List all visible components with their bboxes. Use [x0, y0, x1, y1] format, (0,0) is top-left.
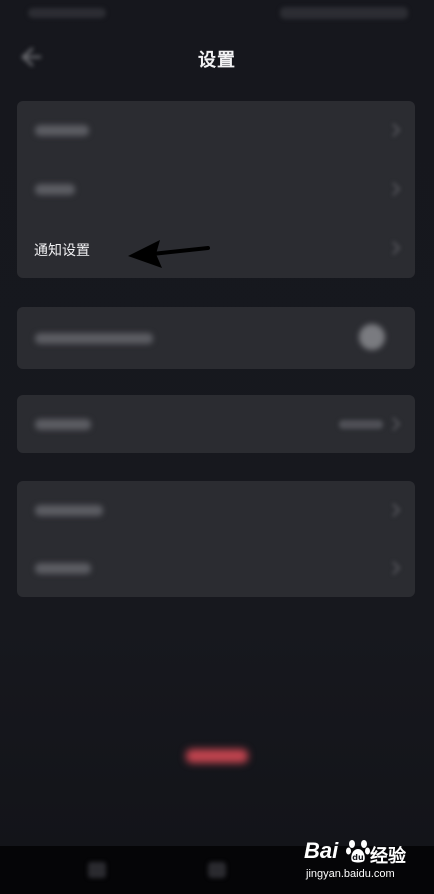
watermark-brand-suffix: 经验: [370, 846, 406, 866]
header: 设置: [0, 34, 434, 80]
row-label-blurred: [35, 505, 103, 516]
nav-menu-button[interactable]: [88, 862, 106, 878]
chevron-right-icon: [392, 123, 401, 137]
baidu-paw-logo-icon: du: [346, 840, 370, 863]
settings-screen: 设置 通知设置 Bai du 经验 jingyan.baidu.com: [0, 0, 434, 894]
chevron-right-icon: [392, 241, 401, 255]
logout-button[interactable]: [186, 749, 248, 763]
row-label-blurred: [35, 125, 89, 136]
settings-group-account: 通知设置: [17, 101, 415, 278]
settings-row-2[interactable]: [17, 160, 415, 219]
chevron-right-icon: [392, 417, 401, 431]
status-icons-blurred: [280, 7, 408, 19]
notification-settings-label: 通知设置: [34, 242, 90, 258]
settings-group-cache: [17, 395, 415, 453]
toggle-switch[interactable]: [359, 324, 385, 350]
chevron-right-icon: [392, 182, 401, 196]
settings-row-cache[interactable]: [17, 395, 415, 453]
settings-group-toggle: [17, 307, 415, 369]
status-bar: [0, 0, 434, 28]
row-label-blurred: [35, 563, 91, 574]
annotation-arrow-icon: [128, 240, 210, 268]
row-value-blurred: [339, 420, 383, 429]
watermark-url: jingyan.baidu.com: [306, 868, 395, 880]
watermark-brand: Bai: [304, 838, 339, 863]
row-label-blurred: [35, 184, 75, 195]
settings-row-1[interactable]: [17, 101, 415, 160]
settings-row-notifications[interactable]: 通知设置: [17, 219, 415, 278]
status-time-blurred: [28, 8, 106, 18]
page-title: 设置: [198, 50, 236, 70]
chevron-right-icon: [392, 561, 401, 575]
settings-row-about-1[interactable]: [17, 481, 415, 539]
settings-group-about: [17, 481, 415, 597]
baidu-jingyan-watermark: Bai du 经验 jingyan.baidu.com: [304, 838, 424, 888]
row-label-blurred: [35, 419, 91, 430]
nav-home-button[interactable]: [208, 862, 226, 878]
chevron-right-icon: [392, 503, 401, 517]
settings-row-about-2[interactable]: [17, 539, 415, 597]
row-label-blurred: [35, 333, 153, 344]
settings-row-toggle[interactable]: [17, 307, 415, 369]
svg-text:du: du: [352, 853, 364, 862]
